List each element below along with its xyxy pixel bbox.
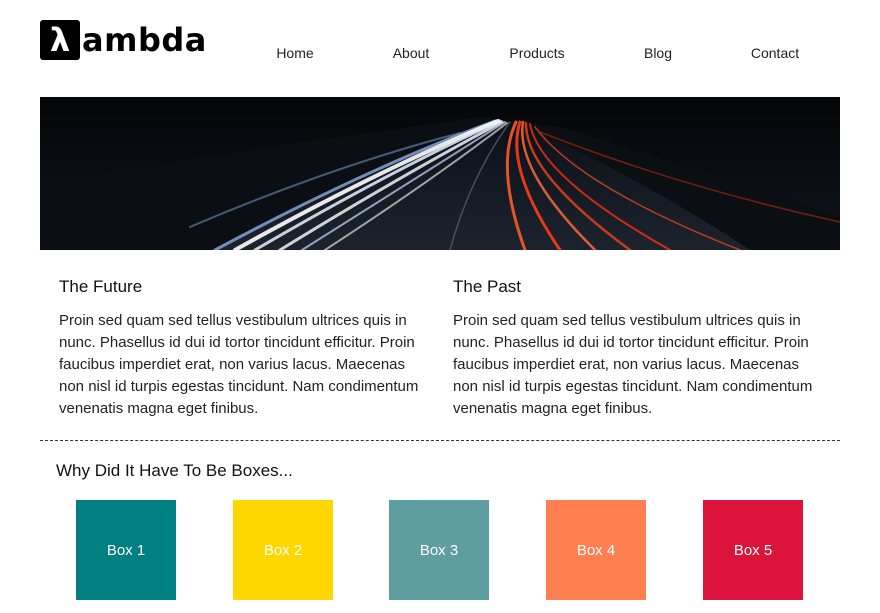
future-text: Proin sed quam sed tellus vestibulum ult… [59,312,419,417]
nav-products-link[interactable]: Products [509,45,564,61]
box-5-label: Box 5 [733,541,773,559]
past-heading: The Past [453,277,522,296]
nav-home-link[interactable]: Home [276,45,313,61]
past-column: The Past Proin sed quam sed tellus vesti… [453,276,821,420]
box-2: Box 2 [233,500,333,600]
future-heading: The Future [59,277,143,296]
box-3: Box 3 [389,500,489,600]
box-5: Box 5 [703,500,803,600]
box-2-label: Box 2 [263,541,303,559]
nav-blog-link[interactable]: Blog [644,45,672,61]
box-4-label: Box 4 [576,541,616,559]
box-3-label: Box 3 [419,541,459,559]
future-column: The Future Proin sed quam sed tellus ves… [59,276,427,420]
box-1: Box 1 [76,500,176,600]
box-1-label: Box 1 [106,541,146,559]
past-text: Proin sed quam sed tellus vestibulum ult… [453,312,813,417]
content-columns: The Future Proin sed quam sed tellus ves… [59,276,840,426]
highway-light-trails-image [40,97,840,250]
boxes-heading: Why Did It Have To Be Boxes... [56,461,293,480]
nav-about-link[interactable]: About [393,45,430,61]
nav-contact-link[interactable]: Contact [751,45,799,61]
site-header: λ ambda Home About Products Blog Contact [40,18,840,78]
lambda-logo-text: ambda [82,21,207,59]
hero-image [40,97,840,250]
box-4: Box 4 [546,500,646,600]
lambda-logo[interactable]: λ ambda [40,20,207,60]
section-divider [40,440,840,441]
lambda-logo-mark: λ [40,20,80,60]
main-nav: Home About Products Blog Contact [276,45,840,65]
